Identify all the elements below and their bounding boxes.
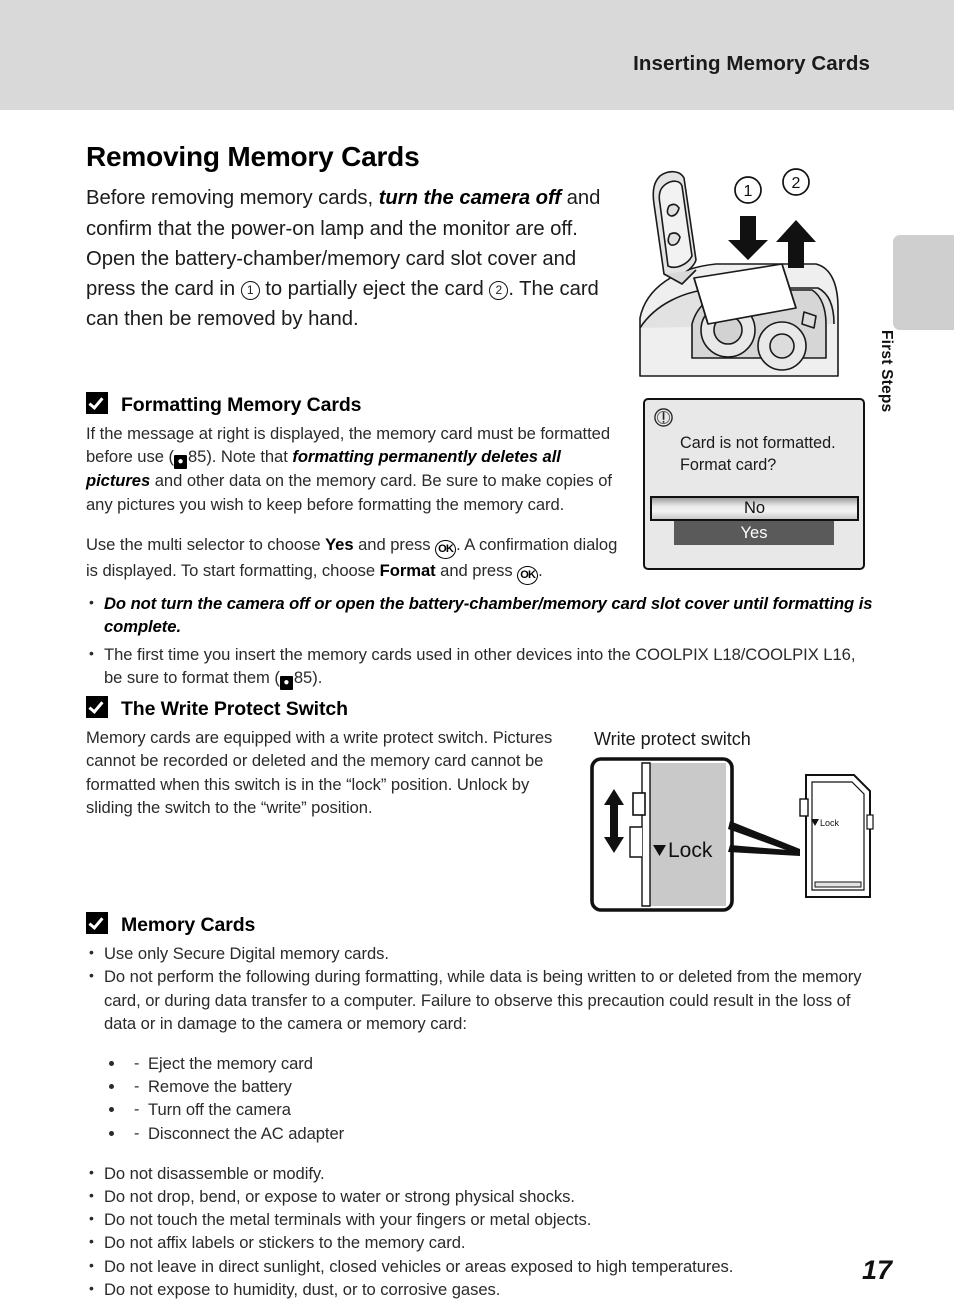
formatting-p2-e: . (538, 561, 543, 580)
running-header-title: Inserting Memory Cards (633, 52, 870, 75)
intro-emphasis: turn the camera off (378, 187, 562, 210)
check-mark-icon-3 (86, 912, 108, 934)
callout-1-label: 1 (744, 183, 753, 200)
lock-label: Lock (668, 839, 713, 862)
sd-card-lock-label: Lock (820, 818, 840, 828)
formatting-p2-d: and press (435, 561, 518, 580)
camera-monitor-dialog: Card is not formatted. Format card? No Y… (643, 398, 865, 570)
circled-number-1-icon: 1 (240, 280, 260, 300)
formatting-bullet-list: Do not turn the camera off or open the b… (86, 591, 876, 690)
memory-cards-bullet-2: Do not perform the following during form… (104, 967, 862, 1033)
formatting-p2-b: and press (353, 535, 436, 554)
formatting-p2-format: Format (379, 561, 436, 580)
write-protect-diagram-caption: Write protect switch (594, 729, 751, 749)
page-title: Removing Memory Cards (86, 140, 420, 172)
camera-card-slot-illustration: 1 2 (636, 168, 842, 380)
list-item: Disconnect the AC adapter (126, 1122, 876, 1146)
formatting-bullet-2-text-b: ). (312, 667, 323, 687)
note-heading-formatting-label: Formatting Memory Cards (121, 394, 362, 416)
page-number: 17 (861, 1255, 892, 1285)
formatting-paragraph-1: If the message at right is displayed, th… (86, 422, 624, 516)
memory-cards-bullet-4: Do not drop, bend, or expose to water or… (104, 1186, 575, 1206)
memory-cards-list: Use only Secure Digital memory cards. Do… (86, 941, 876, 1302)
note-heading-write-protect: The Write Protect Switch (86, 696, 348, 721)
note-heading-memory-cards: Memory Cards (86, 912, 255, 937)
memory-cards-sub-2: Remove the battery (148, 1077, 292, 1097)
arrow-down-1-icon (728, 216, 768, 260)
camera-illustration-svg: 1 2 (639, 168, 839, 377)
list-item: Do not leave in direct sunlight, closed … (86, 1254, 876, 1278)
formatting-bullet-1-text: Do not turn the camera off or open the b… (104, 594, 873, 637)
formatting-p1-c: and other data on the memory card. Be su… (86, 471, 612, 514)
list-item: Do not turn the camera off or open the b… (86, 591, 876, 639)
formatting-p1-b: ). Note that (206, 447, 293, 467)
ok-button-icon-2: OK (517, 566, 539, 585)
list-item: Remove the battery (126, 1075, 876, 1099)
formatting-p1-ref: 85 (187, 447, 207, 467)
memory-cards-sub-list: Eject the memory card Remove the battery… (86, 1052, 876, 1145)
note-heading-formatting: Formatting Memory Cards (86, 392, 362, 417)
chapter-tab-label: First Steps (878, 330, 895, 413)
intro-text-3: to partially eject the card (259, 277, 490, 300)
check-mark-icon-2 (86, 696, 108, 718)
intro-text-1: Before removing memory cards, (86, 187, 379, 210)
memory-cards-bullet-6: Do not affix labels or stickers to the m… (104, 1233, 466, 1253)
intro-paragraph: Before removing memory cards, turn the c… (86, 183, 624, 334)
list-item: Use only Secure Digital memory cards. (86, 941, 876, 965)
dialog-message-line-1: Card is not formatted. (680, 434, 836, 452)
formatting-p2-a: Use the multi selector to choose (86, 535, 326, 554)
memory-cards-sub-4: Disconnect the AC adapter (148, 1123, 345, 1143)
sd-card-illustration: Lock (799, 774, 874, 898)
list-item: Do not expose to humidity, dust, or to c… (86, 1277, 876, 1301)
memory-cards-bullet-7: Do not leave in direct sunlight, closed … (104, 1256, 734, 1276)
note-heading-write-protect-label: The Write Protect Switch (121, 698, 348, 720)
chapter-tab-marker (893, 235, 954, 330)
note-heading-memory-cards-label: Memory Cards (121, 914, 256, 936)
memory-cards-bullet-8: Do not expose to humidity, dust, or to c… (104, 1280, 501, 1300)
page-reference-icon-2: ● (279, 675, 293, 690)
dialog-no-button[interactable]: No (650, 496, 859, 521)
memory-cards-bullet-5: Do not touch the metal terminals with yo… (104, 1210, 592, 1230)
memory-cards-list-2: Do not disassemble or modify. Do not dro… (86, 1161, 876, 1302)
formatting-p2-yes: Yes (325, 535, 354, 554)
list-item: The first time you insert the memory car… (86, 642, 876, 690)
write-protect-switch-diagram: Lock Lock (590, 757, 875, 912)
sd-card-switch (799, 798, 809, 817)
formatting-bullet-2-ref: 85 (293, 667, 313, 687)
list-item: Turn off the camera (126, 1098, 876, 1122)
memory-cards-bullet-1: Use only Secure Digital memory cards. (104, 944, 389, 963)
list-item: Do not touch the metal terminals with yo… (86, 1207, 876, 1231)
page-reference-icon: ● (173, 455, 187, 470)
write-protect-switch-nub (632, 792, 646, 816)
list-item: Do not drop, bend, or expose to water or… (86, 1184, 876, 1208)
callout-2-label: 2 (792, 175, 801, 192)
list-item: Do not affix labels or stickers to the m… (86, 1230, 876, 1254)
write-protect-diagram-svg: Lock Lock (590, 757, 874, 912)
dialog-message-line-2: Format card? (680, 456, 777, 474)
list-item: Eject the memory card (126, 1052, 876, 1076)
list-item: Do not perform the following during form… (86, 964, 876, 1035)
arrow-up-2-icon (776, 220, 816, 268)
list-item: Do not disassemble or modify. (86, 1161, 876, 1185)
ok-button-icon: OK (435, 540, 457, 559)
formatting-paragraph-2: Use the multi selector to choose Yes and… (86, 533, 624, 585)
memory-cards-sub-1: Eject the memory card (148, 1053, 313, 1073)
circled-number-2-icon: 2 (489, 280, 509, 300)
memory-cards-sub-3: Turn off the camera (148, 1100, 291, 1120)
dialog-message: Card is not formatted. Format card? (680, 432, 836, 476)
write-protect-paragraph: Memory cards are equipped with a write p… (86, 728, 553, 817)
warning-icon (654, 408, 673, 427)
check-mark-icon (86, 392, 108, 414)
memory-cards-bullet-3: Do not disassemble or modify. (104, 1163, 325, 1183)
formatting-bullet-2-text-a: The first time you insert the memory car… (104, 644, 856, 687)
dialog-yes-button[interactable]: Yes (674, 521, 834, 545)
